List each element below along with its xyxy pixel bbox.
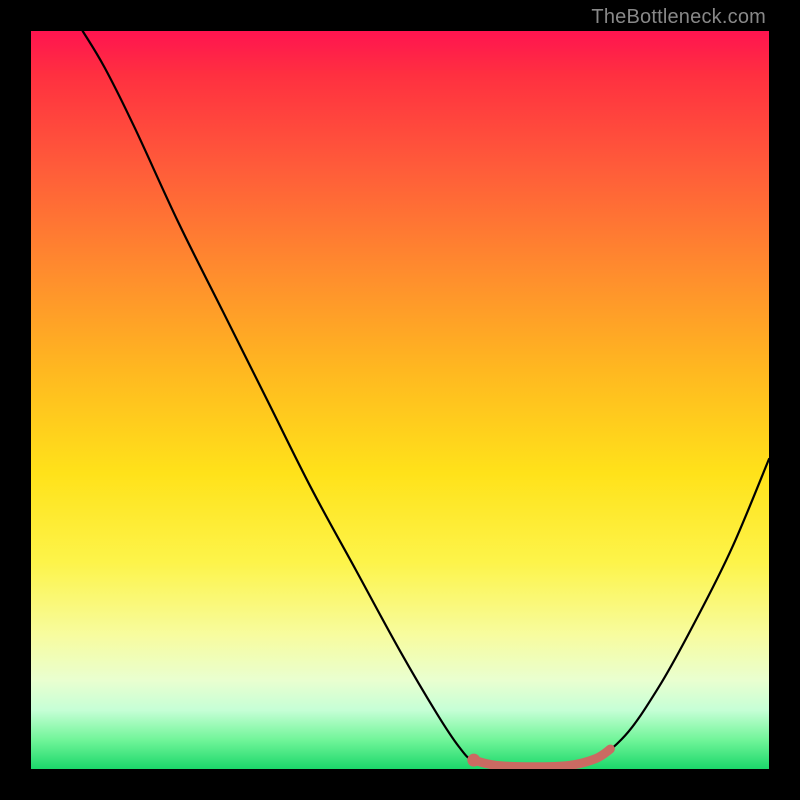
curve-layer — [31, 31, 769, 769]
bottleneck-curve-path — [83, 31, 769, 769]
watermark-text: TheBottleneck.com — [591, 6, 766, 29]
highlight-segment-path — [474, 749, 611, 767]
plot-area — [31, 31, 769, 769]
highlight-marker — [467, 754, 480, 767]
chart-frame: TheBottleneck.com — [0, 0, 800, 800]
